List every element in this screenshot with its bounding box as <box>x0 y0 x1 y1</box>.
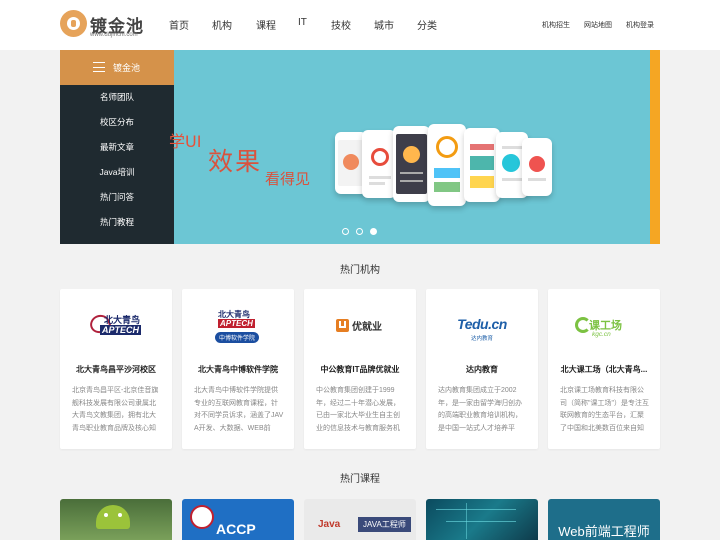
section-title-hot-courses: 热门课程 <box>340 474 380 485</box>
org-name: 北大课工场（北大青鸟... <box>560 365 648 374</box>
course-thumb-android[interactable] <box>60 499 172 540</box>
nav-item-city[interactable]: 城市 <box>374 17 394 32</box>
sidebar-item-teachers[interactable]: 名师团队 <box>60 91 174 103</box>
site-logo[interactable]: 镀金池 www.dujinchi.com <box>60 10 180 42</box>
category-sidebar: 镀金池 名师团队 校区分布 最新文章 Java培训 热门问答 热门教程 <box>60 50 174 244</box>
android-icon <box>96 505 130 529</box>
hero-slogan-line2: 效果 <box>208 147 263 176</box>
org-name: 达内教育 <box>466 365 498 374</box>
phone-mockup <box>428 124 466 206</box>
menu-icon <box>93 62 105 72</box>
carousel-dot[interactable] <box>356 228 363 235</box>
sidebar-title: 镀金池 <box>113 63 141 73</box>
nav-item-it[interactable]: IT <box>298 17 307 28</box>
nav-item-courses[interactable]: 课程 <box>256 17 276 32</box>
org-logo-aptech: 北大青鸟 APTECH <box>60 307 172 347</box>
org-desc: 北京青鸟昌平区-北京佳音旗舰科技发展有限公司隶属北大青鸟文教集团，拥有北大青鸟职… <box>72 387 159 432</box>
hero-banner[interactable]: 镀金池 名师团队 校区分布 最新文章 Java培训 热门问答 热门教程 学UI … <box>60 50 660 244</box>
org-logo-zhongbo: 北大青鸟 APTECH 中博软件学院 <box>182 307 294 347</box>
sidebar-item-java[interactable]: Java培训 <box>60 166 174 178</box>
nav-item-orgs[interactable]: 机构 <box>212 17 232 32</box>
course-thumb-web[interactable]: Web前端工程师 <box>548 499 660 540</box>
org-card[interactable]: 课工场 kgc.cn 北大课工场（北大青鸟... 北京课工场教育科技有限公司（简… <box>548 289 660 449</box>
sidebar-header[interactable]: 镀金池 <box>60 50 174 85</box>
logo-icon <box>60 10 87 37</box>
org-desc: 北京课工场教育科技有限公司（简称"课工场"）是专注互联网教育的生态平台，汇聚了中… <box>560 387 649 432</box>
logo-url: www.dujinchi.com <box>90 32 138 38</box>
org-name: 北大青鸟昌平沙河校区 <box>76 365 156 374</box>
hero-slogan-line3: 看得见 <box>265 170 311 188</box>
phone-mockup <box>464 128 500 202</box>
sidebar-item-tutorials[interactable]: 热门教程 <box>60 216 174 228</box>
site-header: 镀金池 www.dujinchi.com 首页 机构 课程 IT 技校 城市 分… <box>0 0 720 50</box>
sidebar-item-qa[interactable]: 热门问答 <box>60 191 174 203</box>
carousel-dot-active[interactable] <box>370 228 377 235</box>
nav-item-home[interactable]: 首页 <box>169 17 189 32</box>
phone-mockup <box>393 126 430 202</box>
nav-item-category[interactable]: 分类 <box>417 17 437 32</box>
org-name: 中公教育IT品牌优就业 <box>320 365 400 374</box>
accp-badge-icon <box>190 505 214 529</box>
course-thumb-accp[interactable]: ACCP <box>182 499 294 540</box>
link-sitemap[interactable]: 网站地图 <box>584 20 612 30</box>
org-name: 北大青鸟中博软件学院 <box>198 365 278 374</box>
carousel-dot[interactable] <box>342 228 349 235</box>
org-card[interactable]: 优就业 中公教育IT品牌优就业 中公教育集团创建于1999年，经过二十年潜心发展… <box>304 289 416 449</box>
phone-mockup <box>522 138 552 196</box>
phone-mockup <box>362 130 396 198</box>
course-thumb-java[interactable]: Java JAVA工程师 <box>304 499 416 540</box>
org-desc: 中公教育集团创建于1999年，经过二十年潜心发展，已由一家北大毕业生自主创业的信… <box>316 387 400 432</box>
org-logo-kgc: 课工场 kgc.cn <box>548 307 660 347</box>
org-card[interactable]: 北大青鸟 APTECH 中博软件学院 北大青鸟中博软件学院 北大青鸟中博软件学院… <box>182 289 294 449</box>
link-org-enroll[interactable]: 机构招生 <box>542 20 570 30</box>
hero-slogan-line1: 学UI <box>169 132 202 151</box>
section-title-hot-orgs: 热门机构 <box>340 265 380 276</box>
sidebar-item-campuses[interactable]: 校区分布 <box>60 116 174 128</box>
org-card[interactable]: 北大青鸟 APTECH 北大青鸟昌平沙河校区 北京青鸟昌平区-北京佳音旗舰科技发… <box>60 289 172 449</box>
course-thumb-circuit[interactable] <box>426 499 538 540</box>
link-org-login[interactable]: 机构登录 <box>626 20 654 30</box>
nav-item-tech-school[interactable]: 技校 <box>331 17 351 32</box>
org-card[interactable]: Tedu.cn 达内教育 达内教育 达内教育集团成立于2002年，是一家由留学海… <box>426 289 538 449</box>
org-desc: 达内教育集团成立于2002年，是一家由留学海归创办的高端职业教育培训机构，是中国… <box>438 387 522 432</box>
org-logo-tedu: Tedu.cn 达内教育 <box>457 316 507 342</box>
org-logo-ujiuye: 优就业 <box>304 307 416 347</box>
hero-accent-strip <box>650 50 660 244</box>
sidebar-item-articles[interactable]: 最新文章 <box>60 141 174 153</box>
org-desc: 北大青鸟中博软件学院提供专业的互联网教育课程，针对不同学员诉求，涵盖了JAVA开… <box>194 387 284 432</box>
